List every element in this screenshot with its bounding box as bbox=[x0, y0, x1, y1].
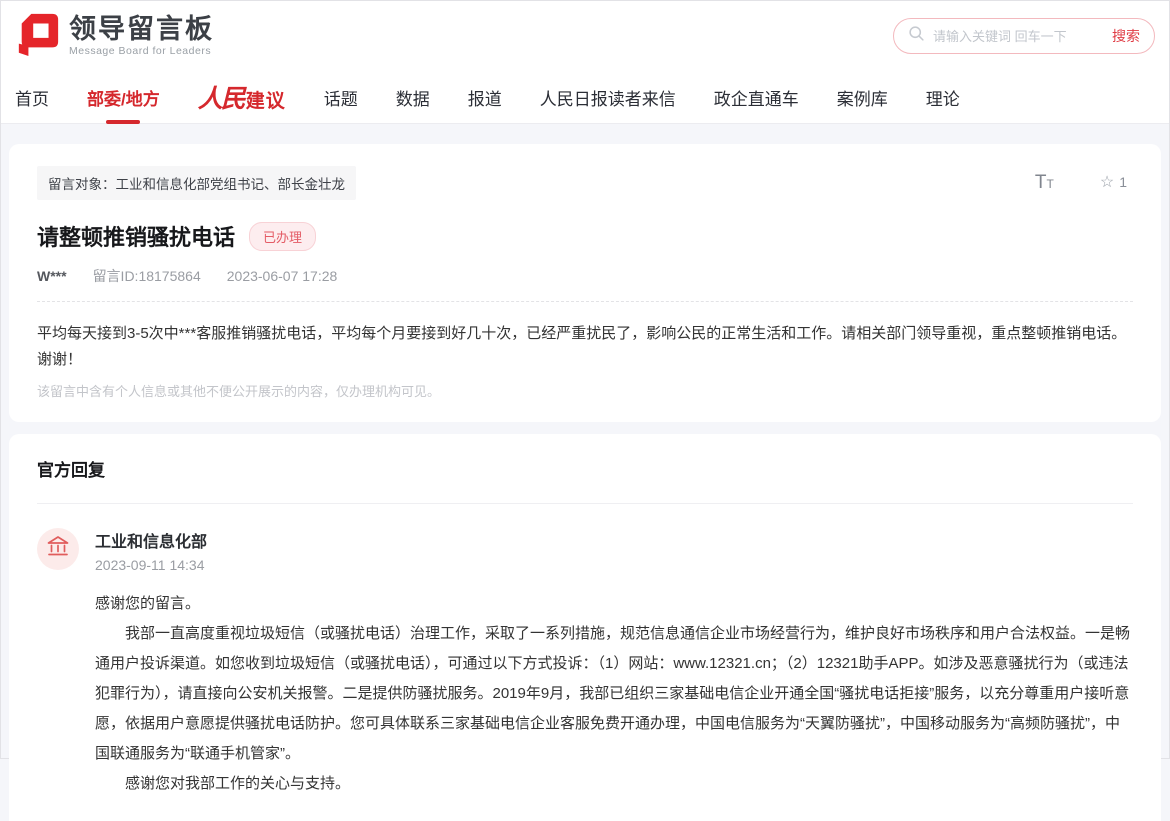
message-author: W*** bbox=[37, 268, 67, 284]
nav-item-data[interactable]: 数据 bbox=[396, 85, 430, 110]
logo-subtitle: Message Board for Leaders bbox=[69, 45, 212, 58]
message-title: 请整顿推销骚扰电话 bbox=[37, 225, 236, 250]
logo-title: 领导留言板 bbox=[69, 13, 214, 44]
government-building-icon bbox=[46, 534, 70, 563]
reply-section-title: 官方回复 bbox=[37, 456, 1133, 504]
favorite-count: 1 bbox=[1119, 174, 1127, 190]
main-nav: 首页 部委/地方 人民 建议 话题 数据 报道 人民日报读者来信 政企直通车 案… bbox=[1, 71, 1169, 124]
star-icon: ☆ bbox=[1099, 174, 1115, 191]
nav-item-home[interactable]: 首页 bbox=[15, 85, 49, 110]
nav-item-gov-enterprise[interactable]: 政企直通车 bbox=[714, 85, 799, 110]
reply-paragraph: 感谢您对我部工作的关心与支持。 bbox=[125, 774, 351, 792]
nav-item-ministries-local[interactable]: 部委/地方 bbox=[87, 85, 160, 110]
nav-item-case-library[interactable]: 案例库 bbox=[837, 85, 888, 110]
privacy-note: 该留言中含有个人信息或其他不便公开展示的内容，仅办理机构可见。 bbox=[37, 383, 441, 399]
nav-item-theory[interactable]: 理论 bbox=[926, 85, 960, 110]
site-header: 领导留言板 Message Board for Leaders 搜索 bbox=[1, 1, 1169, 71]
logo-mark-icon bbox=[15, 11, 61, 62]
favorite-button[interactable]: ☆ 1 bbox=[1100, 172, 1127, 192]
message-datetime: 2023-06-07 17:28 bbox=[226, 268, 338, 284]
search-icon bbox=[908, 25, 925, 47]
message-card: 留言对象：工业和信息化部党组书记、部长金壮龙 TT ☆ 1 请整顿推销骚扰电话 … bbox=[9, 144, 1161, 422]
nav-item-reports[interactable]: 报道 bbox=[468, 85, 502, 110]
font-size-icon[interactable]: TT bbox=[1035, 173, 1054, 192]
reply-paragraph: 感谢您的留言。 bbox=[95, 594, 201, 612]
official-reply-card: 官方回复 工业和信息化部 2023-09-11 14:34 感谢您的留言。 我部… bbox=[9, 433, 1161, 821]
avatar bbox=[37, 527, 79, 570]
search-button[interactable]: 搜索 bbox=[1112, 26, 1140, 46]
search-input[interactable] bbox=[933, 28, 1112, 44]
nav-item-topics[interactable]: 话题 bbox=[324, 85, 358, 110]
status-badge: 已办理 bbox=[249, 221, 317, 251]
reply-text: 感谢您的留言。 我部一直高度重视垃圾短信（或骚扰电话）治理工作，采取了一系列措施… bbox=[95, 589, 1133, 799]
reply-agency-name: 工业和信息化部 bbox=[95, 533, 208, 551]
nav-item-reader-letters[interactable]: 人民日报读者来信 bbox=[540, 85, 676, 110]
site-logo[interactable]: 领导留言板 Message Board for Leaders bbox=[15, 11, 214, 62]
page-content: 留言对象：工业和信息化部党组书记、部长金壮龙 TT ☆ 1 请整顿推销骚扰电话 … bbox=[1, 124, 1169, 821]
reply-block: 工业和信息化部 2023-09-11 14:34 感谢您的留言。 我部一直高度重… bbox=[37, 527, 1133, 799]
message-target-tag: 留言对象：工业和信息化部党组书记、部长金壮龙 bbox=[37, 166, 356, 200]
reply-paragraph: 我部一直高度重视垃圾短信（或骚扰电话）治理工作，采取了一系列措施，规范信息通信企… bbox=[95, 624, 1131, 762]
nav-item-people-suggestions[interactable]: 人民 建议 bbox=[198, 79, 286, 115]
message-id: 留言ID:18175864 bbox=[92, 268, 201, 284]
search-box[interactable]: 搜索 bbox=[893, 18, 1155, 54]
reply-datetime: 2023-09-11 14:34 bbox=[95, 556, 205, 573]
message-body: 平均每天接到3-5次中***客服推销骚扰电话，平均每个月要接到好几十次，已经严重… bbox=[37, 325, 1127, 369]
